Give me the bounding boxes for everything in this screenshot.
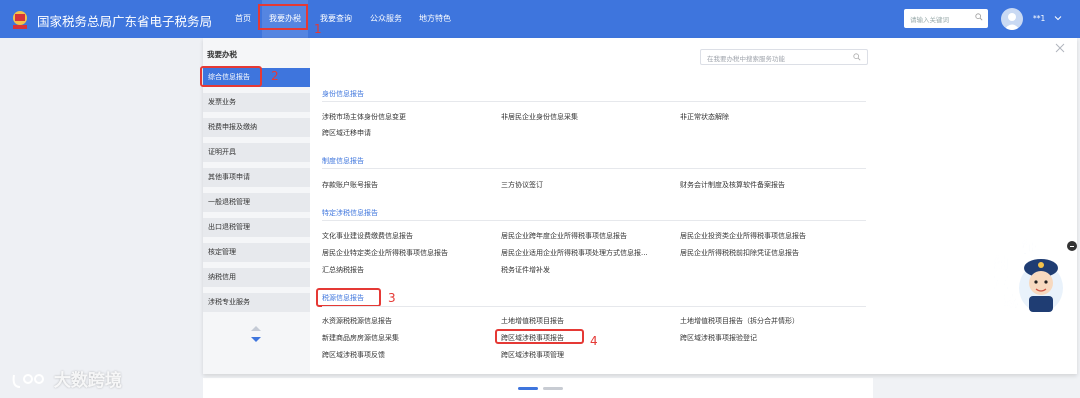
nav-local-features[interactable]: 地方特色 [419, 0, 451, 38]
menu-search-placeholder: 在我要办税中搜索服务功能 [707, 55, 785, 63]
sidebar-title: 我要办税 [207, 50, 237, 59]
section-title-system: 制度信息报告 [322, 157, 364, 165]
menu-link[interactable]: 涉税市场主体身份信息变更 [322, 112, 406, 122]
sidebar-item-certificate[interactable]: 证明开具 [203, 143, 310, 162]
chevron-down-icon[interactable] [1054, 14, 1062, 22]
search-icon[interactable] [853, 53, 861, 61]
top-nav-bar: 国家税务总局广东省电子税务局 首页 我要办税 我要查询 公众服务 地方特色 请输… [0, 0, 1080, 38]
watermark-text: 大数跨境 [53, 371, 122, 391]
carousel-indicator[interactable] [543, 387, 563, 390]
menu-link[interactable]: 汇总纳税报告 [322, 265, 364, 275]
menu-link[interactable]: 跨区域迁移申请 [322, 128, 371, 138]
menu-link[interactable]: 居民企业投资类企业所得税事项信息报告 [680, 231, 806, 241]
section-divider [322, 168, 866, 169]
avatar[interactable] [1001, 8, 1023, 30]
sidebar-item-assessment[interactable]: 核定管理 [203, 243, 310, 262]
annotation-2: 2 [271, 69, 279, 83]
search-icon[interactable] [975, 13, 983, 21]
annotation-box-link [495, 329, 584, 344]
section-divider [322, 101, 866, 102]
page-content-strip [203, 378, 873, 398]
menu-link[interactable]: 非居民企业身份信息采集 [501, 112, 578, 122]
sidebar-item-other-application[interactable]: 其他事项申请 [203, 168, 310, 187]
menu-link[interactable]: 跨区域涉税事项管理 [501, 350, 564, 360]
scroll-arrows-icon[interactable] [250, 325, 262, 343]
mascot-text: 互 [994, 276, 1008, 292]
annotation-3: 3 [388, 291, 396, 305]
watermark: 大数跨境 [10, 366, 122, 392]
annotation-4: 4 [590, 334, 598, 348]
carousel-indicator-active[interactable] [518, 387, 538, 390]
menu-link[interactable]: 土地增值税项目报告 [501, 316, 564, 326]
page-left-background [0, 38, 203, 398]
menu-link[interactable]: 存款账户账号报告 [322, 180, 378, 190]
site-title[interactable]: 国家税务总局广东省电子税务局 [37, 11, 212, 30]
menu-link[interactable]: 税务证件增补发 [501, 265, 550, 275]
nav-query[interactable]: 我要查询 [320, 0, 352, 38]
menu-link[interactable]: 新建商品房房源信息采集 [322, 333, 399, 343]
annotation-box-section [316, 288, 381, 307]
nav-home[interactable]: 首页 [235, 0, 251, 38]
menu-link[interactable]: 居民企业适用企业所得税事项处理方式信息报... [501, 248, 648, 258]
header-search-placeholder: 请输入关键词 [910, 16, 949, 24]
user-name[interactable]: **1 [1033, 14, 1045, 23]
section-divider [322, 306, 866, 307]
watermark-logo-icon [12, 374, 44, 388]
collapse-button[interactable] [1067, 241, 1077, 251]
section-title-identity: 身份信息报告 [322, 90, 364, 98]
annotation-1: 1 [314, 22, 322, 36]
mascot-text: 动 [1004, 293, 1018, 310]
mascot-text: 征 [1022, 239, 1036, 256]
menu-link[interactable]: 文化事业建设费缴费信息报告 [322, 231, 413, 241]
menu-link[interactable]: 财务会计制度及核算软件备案报告 [680, 180, 785, 190]
mascot-widget[interactable]: 征 纳 互 动 [986, 238, 1068, 314]
tax-emblem-icon [13, 11, 27, 29]
sidebar-item-professional-service[interactable]: 涉税专业服务 [203, 293, 310, 312]
sidebar-item-export-refund[interactable]: 出口退税管理 [203, 218, 310, 237]
menu-link[interactable]: 跨区域涉税事项报验登记 [680, 333, 757, 343]
sidebar-item-declaration-payment[interactable]: 税费申报及缴纳 [203, 118, 310, 137]
section-divider [322, 220, 866, 221]
sidebar-item-tax-credit[interactable]: 纳税信用 [203, 268, 310, 287]
menu-link[interactable]: 土地增值税项目报告（拆分合并情形） [680, 316, 799, 326]
menu-link[interactable]: 居民企业特定类企业所得税事项信息报告 [322, 248, 448, 258]
menu-link[interactable]: 非正常状态解除 [680, 112, 729, 122]
sidebar-item-general-refund[interactable]: 一般退税管理 [203, 193, 310, 212]
nav-public-service[interactable]: 公众服务 [370, 0, 402, 38]
header-search-input[interactable]: 请输入关键词 [904, 9, 988, 28]
user-icon [1004, 13, 1020, 30]
menu-link[interactable]: 水资源税税源信息报告 [322, 316, 392, 326]
menu-link[interactable]: 跨区域涉税事项反馈 [322, 350, 385, 360]
menu-link[interactable]: 三方协议签订 [501, 180, 543, 190]
sidebar-item-invoice[interactable]: 发票业务 [203, 93, 310, 112]
menu-search-input[interactable]: 在我要办税中搜索服务功能 [700, 49, 868, 65]
close-icon[interactable] [1055, 43, 1065, 53]
menu-link[interactable]: 居民企业所得税税前扣除凭证信息报告 [680, 248, 799, 258]
menu-link[interactable]: 居民企业跨年度企业所得税事项信息报告 [501, 231, 627, 241]
annotation-box-nav [258, 4, 308, 30]
annotation-box-sidebar [200, 66, 262, 87]
mascot-text: 纳 [994, 255, 1008, 272]
section-title-specific: 特定涉税信息报告 [322, 209, 378, 217]
